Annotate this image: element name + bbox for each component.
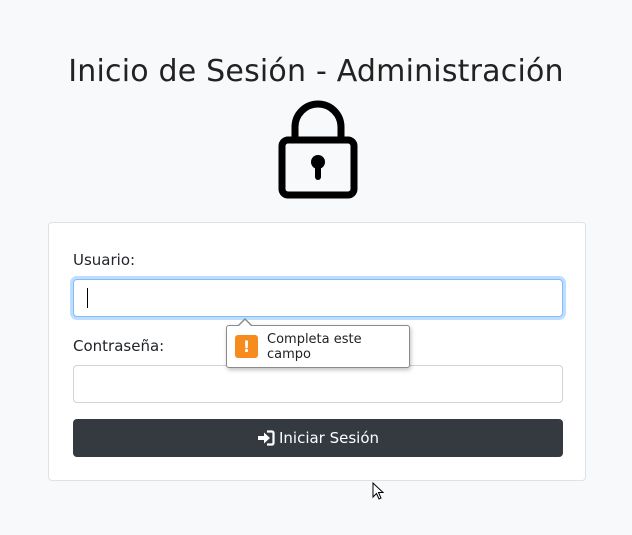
text-caret [87, 288, 88, 308]
login-button-label: Iniciar Sesión [278, 429, 380, 447]
username-input[interactable] [73, 279, 563, 317]
validation-message: Completa este campo [267, 331, 362, 362]
sign-in-icon [257, 430, 275, 446]
lock-icon [278, 100, 358, 199]
login-button[interactable]: Iniciar Sesión [73, 419, 563, 457]
username-label: Usuario: [73, 251, 136, 269]
page-title: Inicio de Sesión - Administración [68, 54, 564, 89]
password-input[interactable] [73, 365, 563, 403]
mouse-pointer-icon [372, 482, 385, 500]
warning-icon: ! [235, 335, 258, 358]
password-label: Contraseña: [73, 337, 165, 355]
login-page: Inicio de Sesión - Administración Usuari… [0, 0, 632, 535]
validation-tooltip: ! Completa este campo [226, 318, 410, 368]
